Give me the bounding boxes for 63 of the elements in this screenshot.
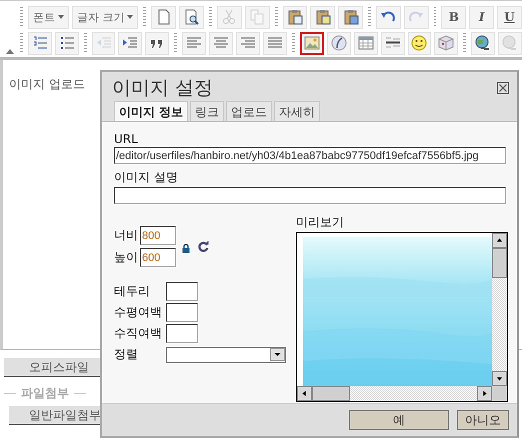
- scrollbar-corner: [492, 386, 507, 401]
- text-field[interactable]: [166, 282, 198, 301]
- text-field[interactable]: [166, 303, 198, 322]
- field-label: 너비: [114, 227, 138, 244]
- description-field[interactable]: [114, 187, 506, 204]
- align-dropdown[interactable]: [166, 346, 286, 362]
- toolbar-dropdown[interactable]: 폰트: [28, 6, 69, 28]
- copy-icon: [249, 9, 266, 25]
- scissors-icon: [221, 9, 238, 25]
- smiley-icon: [411, 35, 428, 51]
- clipboard-icon: [342, 9, 359, 25]
- scroll-thumb[interactable]: [492, 248, 507, 278]
- field-label: 미리보기: [296, 214, 345, 231]
- section-label: 이미지 업로드: [9, 77, 85, 91]
- field-label: 수평여백: [114, 304, 163, 321]
- image-icon: [304, 35, 320, 51]
- scroll-down-icon[interactable]: [492, 371, 507, 386]
- tab[interactable]: 자세히: [274, 101, 320, 121]
- group-legend: 파일첨부: [21, 385, 69, 402]
- toolbar-button[interactable]: B: [441, 6, 466, 28]
- numbered-list-icon: [32, 35, 48, 51]
- tab[interactable]: 이미지 정보: [114, 101, 188, 121]
- refresh-icon[interactable]: [198, 241, 209, 252]
- tab[interactable]: 업로드: [226, 101, 272, 121]
- clipboard-icon: [286, 9, 303, 25]
- cancel-button[interactable]: 아니오: [457, 410, 509, 430]
- toolbar-button[interactable]: [300, 32, 324, 54]
- caret-icon: [127, 15, 134, 19]
- ok-button[interactable]: 예: [349, 410, 449, 430]
- bullet-list-icon: [58, 35, 75, 51]
- table-icon: [358, 35, 374, 51]
- text-field[interactable]: [166, 324, 198, 343]
- height-field[interactable]: 600: [140, 248, 176, 267]
- field-label: 정렬: [114, 346, 139, 363]
- toolbar-button[interactable]: U: [497, 6, 522, 28]
- lock-icon[interactable]: [182, 244, 190, 253]
- field-label: 테두리: [114, 283, 151, 300]
- caret-icon: [58, 15, 64, 19]
- field-label: 이미지 설명: [114, 169, 179, 186]
- width-field[interactable]: 800: [140, 226, 176, 245]
- scroll-thumb[interactable]: [312, 386, 350, 401]
- url-field[interactable]: /editor/userfiles/hanbiro.net/yh03/4b1ea87babc97750df19efcaf7556bf5.jpg: [114, 147, 506, 164]
- scroll-right-icon[interactable]: [477, 386, 492, 401]
- globe-link-icon: [475, 35, 492, 51]
- collapse-icon[interactable]: [6, 49, 14, 54]
- preview-icon: [184, 9, 200, 25]
- toolbar-dropdown[interactable]: 글자 크기: [72, 6, 138, 28]
- tab[interactable]: 링크: [190, 101, 224, 121]
- close-icon[interactable]: [497, 82, 509, 94]
- cube-icon: [438, 35, 454, 51]
- flash-icon: [330, 35, 347, 51]
- dialog-title: 이미지 설정: [112, 76, 214, 100]
- scroll-left-icon[interactable]: [297, 386, 312, 401]
- scroll-up-icon[interactable]: [492, 233, 507, 248]
- horizontal-scrollbar[interactable]: [297, 386, 492, 401]
- field-label: 수직여백: [114, 325, 163, 342]
- toolbar-button[interactable]: I: [469, 6, 494, 28]
- globe-icon: [502, 35, 518, 51]
- field-label: 높이: [114, 249, 138, 266]
- new-page-icon: [156, 9, 172, 25]
- vertical-scrollbar[interactable]: [492, 233, 507, 386]
- clipboard-icon: [314, 9, 331, 25]
- field-label: URL: [114, 132, 139, 146]
